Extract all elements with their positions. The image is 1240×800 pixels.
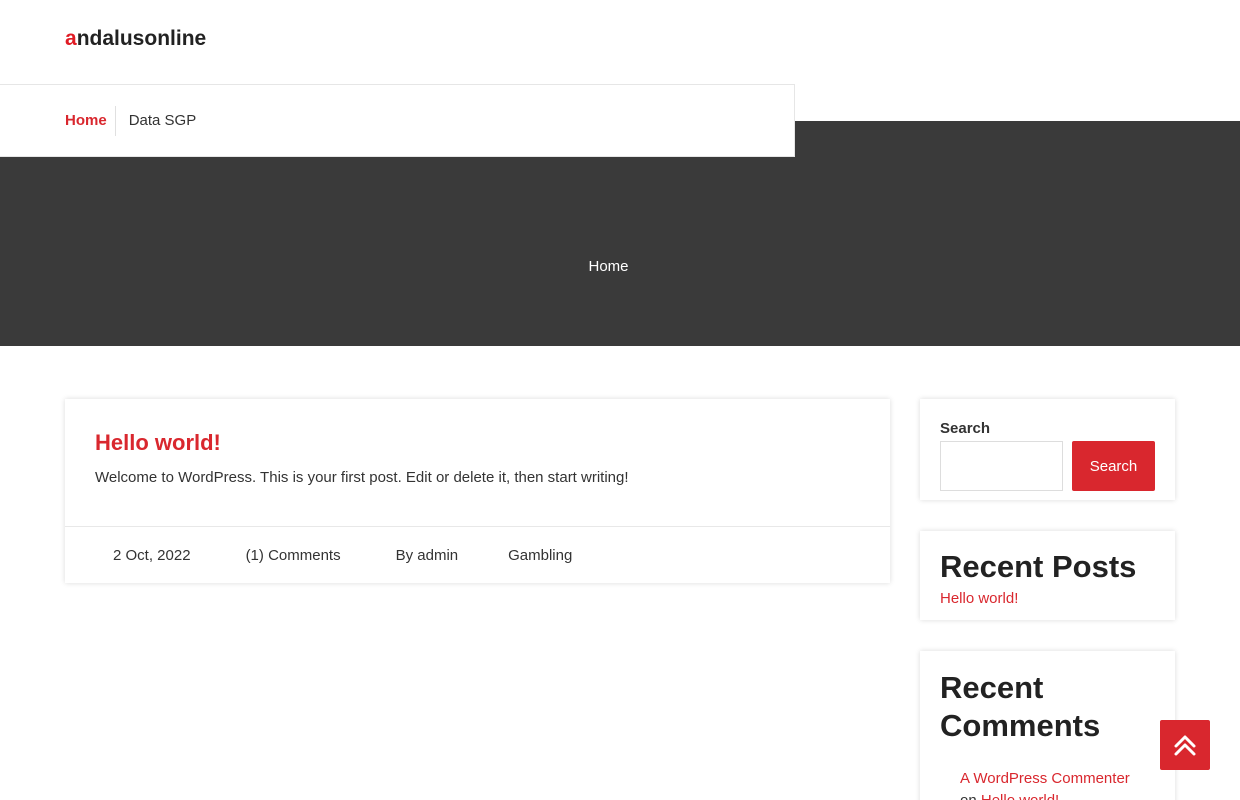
search-label: Search bbox=[940, 420, 991, 437]
site-logo[interactable]: andalusonline bbox=[65, 27, 206, 51]
search-button[interactable]: Search bbox=[1072, 441, 1155, 491]
post-title[interactable]: Hello world! bbox=[95, 430, 221, 456]
main-navigation: Home Data SGP bbox=[0, 84, 795, 157]
post-author[interactable]: By admin bbox=[396, 547, 459, 564]
comment-author-link[interactable]: A WordPress Commenter bbox=[960, 770, 1130, 787]
post-comments-link[interactable]: (1) Comments bbox=[246, 547, 341, 564]
post-meta: 2 Oct, 2022 (1) Comments By admin Gambli… bbox=[65, 526, 890, 583]
search-widget: Search Search bbox=[920, 399, 1175, 500]
logo-first-letter: a bbox=[65, 27, 77, 50]
recent-comments-widget: Recent Comments A WordPress Commenter on… bbox=[920, 651, 1175, 800]
recent-posts-widget: Recent Posts Hello world! bbox=[920, 531, 1175, 620]
post-card: Hello world! Welcome to WordPress. This … bbox=[65, 399, 890, 583]
comment-on-text: on bbox=[960, 792, 977, 800]
comment-post-link[interactable]: Hello world! bbox=[981, 792, 1059, 800]
post-excerpt: Welcome to WordPress. This is your first… bbox=[95, 469, 629, 486]
recent-posts-heading: Recent Posts bbox=[940, 549, 1137, 584]
logo-text: ndalusonline bbox=[76, 27, 207, 50]
breadcrumb[interactable]: Home bbox=[0, 258, 1217, 275]
nav-item-data-sgp[interactable]: Data SGP bbox=[129, 106, 197, 136]
double-chevron-up-icon bbox=[1174, 735, 1196, 756]
search-input[interactable] bbox=[940, 441, 1063, 491]
post-date[interactable]: 2 Oct, 2022 bbox=[113, 547, 191, 564]
scroll-to-top-button[interactable] bbox=[1160, 720, 1210, 770]
recent-comment-item: A WordPress Commenter on Hello world! bbox=[960, 768, 1140, 800]
post-category[interactable]: Gambling bbox=[508, 547, 572, 564]
recent-comments-heading: Recent Comments bbox=[940, 670, 1101, 743]
nav-item-home[interactable]: Home bbox=[65, 105, 116, 136]
recent-post-link[interactable]: Hello world! bbox=[940, 590, 1018, 607]
